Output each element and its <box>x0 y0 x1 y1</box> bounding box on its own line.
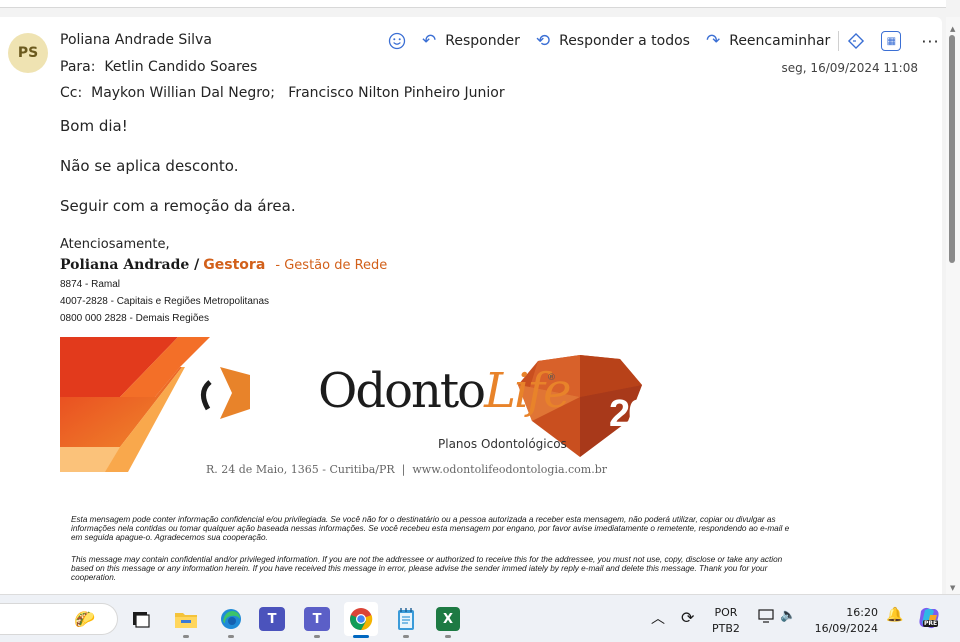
more-actions-icon[interactable]: ··· <box>921 32 939 51</box>
keyboard-layout: PTB2 <box>712 622 740 635</box>
edge-icon <box>221 609 241 629</box>
edge-running-indicator <box>228 635 234 638</box>
taco-search-highlight-icon: 🌮 <box>74 610 96 630</box>
reply-all-arrow-icon: ⟲ <box>535 31 551 51</box>
disclaimer-english: This message may contain confidential an… <box>71 555 783 582</box>
scrollbar-thumb[interactable] <box>949 35 955 263</box>
apps-grid-icon: ▦ <box>886 35 897 47</box>
explorer-running-indicator <box>183 635 189 638</box>
folder-icon <box>175 613 197 628</box>
cc-recipient-list[interactable]: Maykon Willian Dal Negro; Francisco Nilt… <box>91 85 504 101</box>
forward-label: Reencaminhar <box>729 33 831 49</box>
chrome-button[interactable] <box>344 602 378 636</box>
notification-bell-icon[interactable]: 🔔 <box>886 607 903 623</box>
reply-button[interactable]: ↶ Responder <box>422 31 520 51</box>
forward-button[interactable]: ↷ Reencaminhar <box>706 31 830 51</box>
window-top-strip <box>0 0 946 8</box>
file-explorer-button[interactable] <box>171 604 201 634</box>
avatar[interactable]: PS <box>8 33 48 73</box>
signature-phone-other: 0800 000 2828 - Demais Regiões <box>60 313 209 324</box>
body-line-discount: Não se aplica desconto. <box>60 157 239 175</box>
clock-time: 16:20 <box>846 606 878 619</box>
chrome-active-indicator <box>353 635 369 638</box>
signature-role: Gestora <box>203 257 266 273</box>
scroll-up-arrow-icon[interactable]: ▲ <box>950 25 955 33</box>
chrome-icon <box>350 608 373 631</box>
body-line-removal: Seguir com a remoção da área. <box>60 197 296 215</box>
sender-name[interactable]: Poliana Andrade Silva <box>60 32 212 48</box>
apps-grid-button[interactable]: ▦ <box>881 31 902 51</box>
registered-mark: ® <box>547 373 556 383</box>
sent-date: seg, 16/09/2024 11:08 <box>781 61 918 75</box>
smiley-icon <box>388 32 406 50</box>
show-hidden-icons-chevron-icon[interactable]: ︿ <box>651 608 665 628</box>
addin-button[interactable] <box>847 32 865 50</box>
reply-all-button[interactable]: ⟲ Responder a todos <box>536 31 690 51</box>
system-status-group[interactable] <box>758 609 774 626</box>
copilot-button[interactable]: PRE <box>916 605 942 634</box>
to-recipients: Para: Ketlin Candido Soares <box>60 59 257 75</box>
signature-phone-extension: 8874 - Ramal <box>60 279 121 290</box>
vertical-scrollbar[interactable]: ▲ ▼ <box>946 17 960 594</box>
copilot-preview-badge: PRE <box>923 620 939 627</box>
cc-recipients: Cc: Maykon Willian Dal Negro; Francisco … <box>60 85 505 101</box>
task-view-button[interactable] <box>126 604 156 634</box>
teams-icon: T <box>267 611 277 627</box>
message-actions-toolbar: ↶ Responder ⟲ Responder a todos ↷ Reenca… <box>388 29 940 53</box>
teams-new-button[interactable]: T <box>304 607 330 631</box>
excel-icon: X <box>442 611 454 627</box>
notepad-icon <box>398 608 414 630</box>
cc-label: Cc: <box>60 85 83 101</box>
taskbar-clock[interactable]: 16:20 16/09/2024 <box>812 605 878 637</box>
banner-tagline: Planos Odontológicos <box>438 437 567 451</box>
signature-name-line: Poliana Andrade / Gestora - Gestão de Red… <box>60 257 387 273</box>
signature-phone-capitals: 4007-2828 - Capitais e Regiões Metropoli… <box>60 296 270 307</box>
windows-taskbar: 🌮 T T X ︿ ⟳ POR PTB2 🔈 16:20 16/09/2024 … <box>0 594 960 642</box>
company-banner: OdontoLife ® Planos Odontológicos R. 24 … <box>60 337 660 477</box>
task-view-icon <box>133 612 150 628</box>
signature-department: - Gestão de Rede <box>271 258 388 273</box>
edge-button[interactable] <box>216 604 246 634</box>
odontolife-logo: OdontoLife <box>318 363 571 419</box>
monitor-icon <box>758 609 774 623</box>
excel-button[interactable]: X <box>436 607 460 631</box>
reading-pane: PS Poliana Andrade Silva ↶ Responder ⟲ R… <box>0 17 942 594</box>
copilot-icon <box>919 607 939 629</box>
reply-label: Responder <box>445 33 520 49</box>
teams-running-indicator <box>314 635 320 638</box>
signature-greeting: Atenciosamente, <box>60 237 170 252</box>
volume-icon[interactable]: 🔈 <box>780 608 796 623</box>
emoji-reaction-button[interactable] <box>388 32 406 50</box>
input-language-indicator[interactable]: POR PTB2 <box>712 605 740 637</box>
notepad-running-indicator <box>403 635 409 638</box>
reply-arrow-icon: ↶ <box>422 31 437 51</box>
taskbar-search-box[interactable]: 🌮 <box>0 603 118 635</box>
to-recipient[interactable]: Ketlin Candido Soares <box>104 59 257 75</box>
banner-address: R. 24 de Maio, 1365 - Curitiba/PR | www.… <box>206 463 608 476</box>
language-code: POR <box>714 606 738 619</box>
signature-name: Poliana Andrade / <box>60 257 200 273</box>
teams-classic-button[interactable]: T <box>259 607 285 631</box>
sync-icon[interactable]: ⟳ <box>681 608 694 627</box>
toolbar-divider <box>838 31 840 51</box>
notepad-button[interactable] <box>391 604 421 634</box>
body-greeting: Bom dia! <box>60 117 128 135</box>
clock-date: 16/09/2024 <box>814 622 878 635</box>
reply-all-label: Responder a todos <box>559 33 690 49</box>
disclaimer-portuguese: Esta mensagem pode conter informação con… <box>71 515 790 542</box>
scroll-down-arrow-icon[interactable]: ▼ <box>950 584 955 592</box>
to-label: Para: <box>60 59 96 75</box>
diamond-addin-icon <box>848 32 865 50</box>
excel-running-indicator <box>445 635 451 638</box>
anniversary-word: ANOS <box>623 437 652 448</box>
anniversary-number: 20 <box>609 393 649 435</box>
forward-arrow-icon: ↷ <box>705 31 721 51</box>
teams-new-icon: T <box>312 611 322 627</box>
